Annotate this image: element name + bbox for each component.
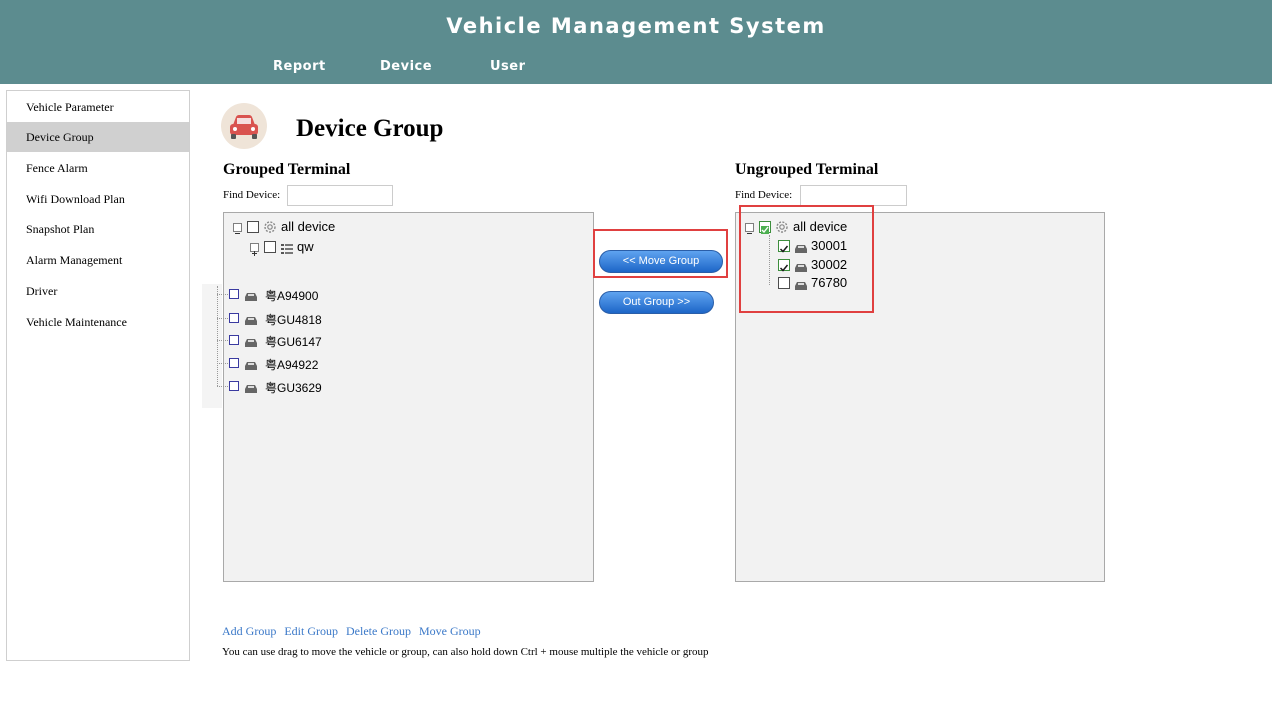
tree-connector bbox=[217, 340, 228, 341]
group-checkbox[interactable] bbox=[264, 241, 276, 253]
ungrouped-find-input[interactable] bbox=[800, 185, 907, 206]
tree-connector bbox=[217, 318, 228, 319]
grouped-root-checkbox[interactable] bbox=[247, 221, 259, 233]
page-title: Device Group bbox=[296, 115, 444, 142]
grouped-terminal-title: Grouped Terminal bbox=[223, 161, 351, 178]
app-header: Vehicle Management System Report Device … bbox=[0, 0, 1272, 84]
vehicle-checkbox[interactable] bbox=[229, 313, 239, 323]
vehicle-label[interactable]: 粤A94900 bbox=[265, 287, 318, 304]
delete-group-link[interactable]: Delete Group bbox=[346, 624, 411, 638]
car-icon bbox=[244, 335, 258, 353]
car-icon bbox=[244, 381, 258, 399]
vehicle-label[interactable]: 粤GU3629 bbox=[265, 379, 322, 396]
grouped-root-label[interactable]: all device bbox=[281, 219, 335, 234]
sidebar-item-wifi-download-plan[interactable]: Wifi Download Plan bbox=[7, 184, 189, 214]
ungrouped-terminal-title: Ungrouped Terminal bbox=[735, 161, 879, 178]
list-icon bbox=[281, 242, 293, 260]
tree-line-gutter bbox=[202, 284, 222, 408]
sidebar-item-driver[interactable]: Driver bbox=[7, 276, 189, 306]
vehicle-label[interactable]: 粤GU4818 bbox=[265, 311, 322, 328]
gear-icon bbox=[263, 220, 277, 239]
nav-device[interactable]: Device bbox=[380, 59, 432, 74]
tree-connector bbox=[217, 294, 228, 295]
grouped-root-collapse-toggle[interactable] bbox=[233, 223, 242, 234]
grouped-tree-panel bbox=[223, 212, 594, 582]
sidebar-item-alarm-management[interactable]: Alarm Management bbox=[7, 245, 189, 275]
tree-connector bbox=[217, 286, 218, 386]
vehicle-checkbox[interactable] bbox=[229, 358, 239, 368]
group-label[interactable]: qw bbox=[297, 239, 314, 254]
nav-user[interactable]: User bbox=[490, 59, 526, 74]
grouped-find-label: Find Device: bbox=[223, 189, 281, 201]
vehicle-checkbox[interactable] bbox=[229, 381, 239, 391]
edit-group-link[interactable]: Edit Group bbox=[284, 624, 338, 638]
ungrouped-selection-highlight bbox=[739, 205, 874, 313]
car-icon bbox=[244, 358, 258, 376]
grouped-find-input[interactable] bbox=[287, 185, 393, 206]
car-icon bbox=[244, 313, 258, 331]
drag-hint-text: You can use drag to move the vehicle or … bbox=[222, 646, 709, 658]
sidebar-item-vehicle-parameter[interactable]: Vehicle Parameter bbox=[7, 92, 189, 122]
sidebar-item-vehicle-maintenance[interactable]: Vehicle Maintenance bbox=[7, 307, 189, 337]
add-group-link[interactable]: Add Group bbox=[222, 624, 276, 638]
out-group-button[interactable]: Out Group >> bbox=[599, 291, 714, 314]
sidebar-item-device-group[interactable]: Device Group bbox=[7, 122, 189, 152]
car-icon bbox=[244, 289, 258, 307]
group-expand-toggle[interactable] bbox=[250, 243, 259, 256]
sidebar-item-snapshot-plan[interactable]: Snapshot Plan bbox=[7, 214, 189, 244]
group-action-links: Add Group Edit Group Delete Group Move G… bbox=[222, 624, 486, 639]
tree-connector bbox=[217, 363, 228, 364]
nav-report[interactable]: Report bbox=[273, 59, 326, 74]
vehicle-checkbox[interactable] bbox=[229, 289, 239, 299]
car-icon bbox=[221, 103, 267, 149]
ungrouped-find-label: Find Device: bbox=[735, 189, 793, 201]
vehicle-checkbox[interactable] bbox=[229, 335, 239, 345]
vehicle-label[interactable]: 粤A94922 bbox=[265, 356, 318, 373]
vehicle-label[interactable]: 粤GU6147 bbox=[265, 333, 322, 350]
sidebar-item-fence-alarm[interactable]: Fence Alarm bbox=[7, 153, 189, 183]
move-group-highlight bbox=[593, 229, 728, 278]
tree-connector bbox=[217, 386, 228, 387]
sidebar: Vehicle Parameter Device Group Fence Ala… bbox=[6, 90, 190, 661]
move-group-link[interactable]: Move Group bbox=[419, 624, 481, 638]
app-title: Vehicle Management System bbox=[446, 14, 826, 38]
